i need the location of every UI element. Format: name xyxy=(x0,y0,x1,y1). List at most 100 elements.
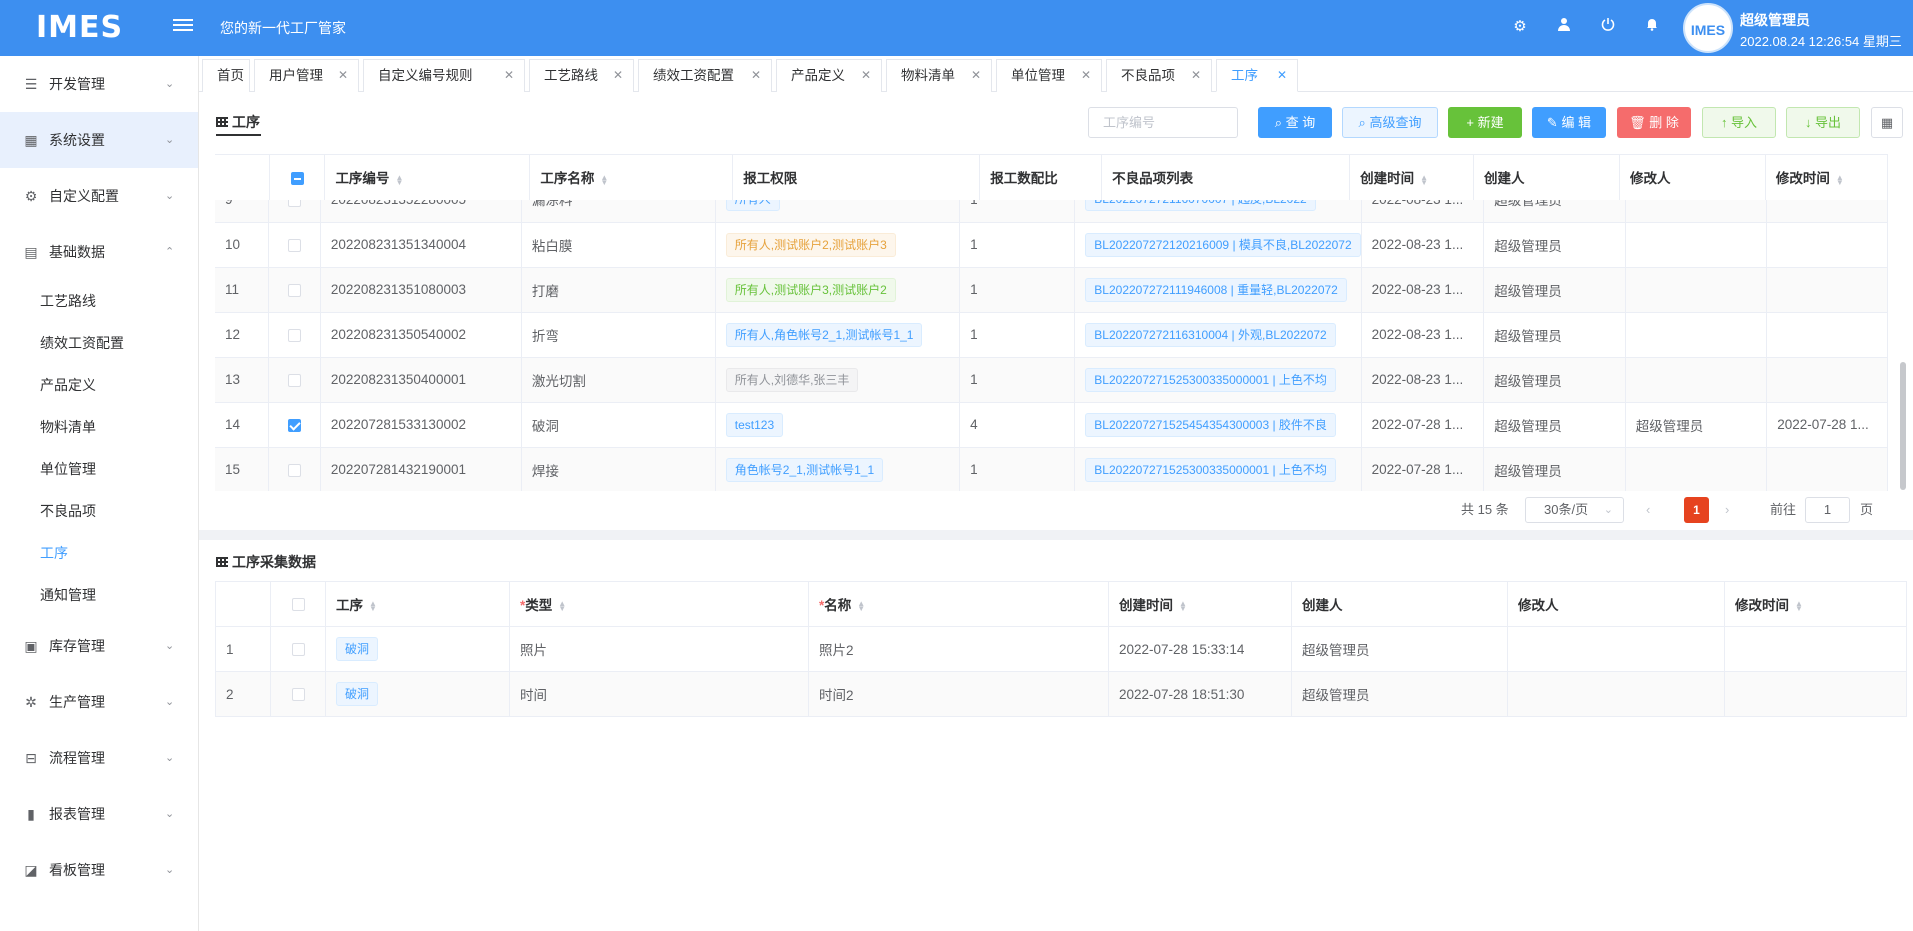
sort-icon[interactable]: ▲ ▼ xyxy=(857,600,865,613)
tab-salary[interactable]: 绩效工资配置 ✕ xyxy=(638,59,772,92)
sidebar-item-basedata[interactable]: ▤ 基础数据 ⌃ xyxy=(0,224,198,280)
table-row[interactable]: 11 202208231351080003 打磨 所有人,测试账户3,测试账户2… xyxy=(215,267,1888,313)
search-input[interactable] xyxy=(1088,107,1238,138)
tab-bom[interactable]: 物料清单 ✕ xyxy=(886,59,992,92)
sort-icon[interactable]: ▲ ▼ xyxy=(1420,173,1428,186)
close-icon[interactable]: ✕ xyxy=(751,60,761,91)
table-row[interactable]: 1 破洞 照片 照片2 2022-07-28 15:33:14 超级管理员 xyxy=(215,626,1907,672)
query-button[interactable]: ⌕ 查 询 xyxy=(1258,107,1332,138)
row-checkbox[interactable] xyxy=(268,357,321,403)
select-all-checkbox[interactable] xyxy=(269,155,326,201)
row-checkbox[interactable] xyxy=(268,222,321,268)
sidebar-item-dev[interactable]: ☰ 开发管理 ⌄ xyxy=(0,56,198,112)
sidebar-item-inventory[interactable]: ▣ 库存管理 ⌄ xyxy=(0,618,198,674)
tab-home[interactable]: 首页 xyxy=(202,59,250,92)
close-icon[interactable]: ✕ xyxy=(861,60,871,91)
tab-product[interactable]: 产品定义 ✕ xyxy=(776,59,882,92)
table-row[interactable]: 15 202207281432190001 焊接 角色帐号2_1,测试帐号1_1… xyxy=(215,447,1888,491)
sidebar-item-report[interactable]: ▮ 报表管理 ⌄ xyxy=(0,786,198,842)
user-name[interactable]: 超级管理员 xyxy=(1740,10,1810,30)
power-icon[interactable] xyxy=(1597,16,1619,38)
next-page-icon[interactable]: › xyxy=(1725,497,1729,523)
row-checkbox[interactable] xyxy=(268,312,321,358)
gear-icon[interactable]: ⚙ xyxy=(1509,16,1531,38)
sidebar-sub-route[interactable]: 工艺路线 xyxy=(0,280,198,322)
process-name-link[interactable]: 激光切割 xyxy=(521,357,716,403)
row-checkbox[interactable] xyxy=(268,267,321,313)
sort-icon[interactable]: ▲ ▼ xyxy=(558,600,566,613)
col-name[interactable]: *名称 ▲ ▼ xyxy=(808,581,1109,627)
sort-icon[interactable]: ▲ ▼ xyxy=(1179,600,1187,613)
row-checkbox[interactable] xyxy=(268,447,321,491)
sort-icon[interactable]: ▲ ▼ xyxy=(369,600,377,613)
process-name-link[interactable]: 打磨 xyxy=(521,267,716,313)
close-icon[interactable]: ✕ xyxy=(1277,60,1287,91)
col-modified[interactable]: 修改时间 ▲ ▼ xyxy=(1724,581,1907,627)
sidebar-sub-process[interactable]: 工序 xyxy=(0,532,198,574)
delete-button[interactable]: 🗑 删 除 xyxy=(1617,107,1691,138)
tab-unit[interactable]: 单位管理 ✕ xyxy=(996,59,1102,92)
process-name-link[interactable]: 破洞 xyxy=(521,402,716,448)
tab-defect[interactable]: 不良品项 ✕ xyxy=(1106,59,1212,92)
create-button[interactable]: + 新建 xyxy=(1448,107,1522,138)
edit-button[interactable]: ✎ 编 辑 xyxy=(1532,107,1606,138)
col-process[interactable]: 工序 ▲ ▼ xyxy=(325,581,510,627)
sidebar-sub-defect[interactable]: 不良品项 xyxy=(0,490,198,532)
col-name[interactable]: 工序名称 ▲ ▼ xyxy=(529,155,734,201)
sidebar-item-system[interactable]: ▦ 系统设置 ⌄ xyxy=(0,112,198,168)
row-checkbox[interactable] xyxy=(270,671,326,717)
tab-route[interactable]: 工艺路线 ✕ xyxy=(529,59,634,92)
close-icon[interactable]: ✕ xyxy=(971,60,981,91)
bell-icon[interactable] xyxy=(1641,16,1663,38)
row-checkbox[interactable] xyxy=(268,200,321,223)
sidebar-sub-notice[interactable]: 通知管理 xyxy=(0,574,198,616)
tab-numbering[interactable]: 自定义编号规则 ✕ xyxy=(363,59,525,92)
close-icon[interactable]: ✕ xyxy=(504,60,514,91)
page-number-current[interactable]: 1 xyxy=(1684,497,1709,523)
table-row[interactable]: 2 破洞 时间 时间2 2022-07-28 18:51:30 超级管理员 xyxy=(215,671,1907,717)
select-all-checkbox[interactable] xyxy=(270,581,326,627)
close-icon[interactable]: ✕ xyxy=(1081,60,1091,91)
table-row[interactable]: 12 202208231350540002 折弯 所有人,角色帐号2_1,测试帐… xyxy=(215,312,1888,358)
table-row[interactable]: 13 202208231350400001 激光切割 所有人,刘德华,张三丰 1… xyxy=(215,357,1888,403)
close-icon[interactable]: ✕ xyxy=(1191,60,1201,91)
advanced-query-button[interactable]: ⌕ 高级查询 xyxy=(1342,107,1438,138)
sidebar-sub-bom[interactable]: 物料清单 xyxy=(0,406,198,448)
export-button[interactable]: ↓ 导出 xyxy=(1786,107,1860,138)
table-scrollbar[interactable] xyxy=(1900,362,1906,490)
col-created[interactable]: 创建时间 ▲ ▼ xyxy=(1349,155,1475,201)
col-created[interactable]: 创建时间 ▲ ▼ xyxy=(1108,581,1292,627)
table-row[interactable]: 9 202208231352280005 漏涂料 所有人 1 BL2022072… xyxy=(215,200,1888,223)
avatar[interactable]: IMES xyxy=(1683,3,1733,53)
sort-icon[interactable]: ▲ ▼ xyxy=(1836,173,1844,186)
table-row[interactable]: 10 202208231351340004 粘白膜 所有人,测试账户2,测试账户… xyxy=(215,222,1888,268)
app-logo[interactable]: IMES xyxy=(36,10,123,45)
col-modified[interactable]: 修改时间 ▲ ▼ xyxy=(1765,155,1888,201)
sidebar-sub-unit[interactable]: 单位管理 xyxy=(0,448,198,490)
user-icon[interactable] xyxy=(1553,16,1575,38)
sidebar-item-custom[interactable]: ⚙ 自定义配置 ⌄ xyxy=(0,168,198,224)
columns-toggle-button[interactable]: ▦ xyxy=(1871,107,1903,138)
sidebar-item-dashboard[interactable]: ◪ 看板管理 ⌄ xyxy=(0,842,198,898)
process-name-link[interactable]: 折弯 xyxy=(521,312,716,358)
goto-page-input[interactable]: 1 xyxy=(1805,497,1850,523)
row-checkbox[interactable] xyxy=(268,402,321,448)
sidebar-item-production[interactable]: ✲ 生产管理 ⌄ xyxy=(0,674,198,730)
process-name-link[interactable]: 焊接 xyxy=(521,447,716,491)
menu-toggle-icon[interactable] xyxy=(173,16,193,36)
sort-icon[interactable]: ▲ ▼ xyxy=(395,173,403,186)
sort-icon[interactable]: ▲ ▼ xyxy=(600,173,608,186)
page-size-select[interactable]: 30条/页 ⌄ xyxy=(1525,497,1624,523)
close-icon[interactable]: ✕ xyxy=(613,60,623,91)
table-row[interactable]: 14 202207281533130002 破洞 test123 4 BL202… xyxy=(215,402,1888,448)
close-icon[interactable]: ✕ xyxy=(338,60,348,91)
sidebar-sub-product[interactable]: 产品定义 xyxy=(0,364,198,406)
tab-process[interactable]: 工序 ✕ xyxy=(1216,59,1298,92)
col-type[interactable]: *类型 ▲ ▼ xyxy=(509,581,809,627)
row-checkbox[interactable] xyxy=(270,626,326,672)
process-name-link[interactable]: 粘白膜 xyxy=(521,222,716,268)
sidebar-sub-salary[interactable]: 绩效工资配置 xyxy=(0,322,198,364)
prev-page-icon[interactable]: ‹ xyxy=(1646,497,1650,523)
import-button[interactable]: ↑ 导入 xyxy=(1702,107,1776,138)
process-table-body[interactable]: 9 202208231352280005 漏涂料 所有人 1 BL2022072… xyxy=(215,200,1888,491)
